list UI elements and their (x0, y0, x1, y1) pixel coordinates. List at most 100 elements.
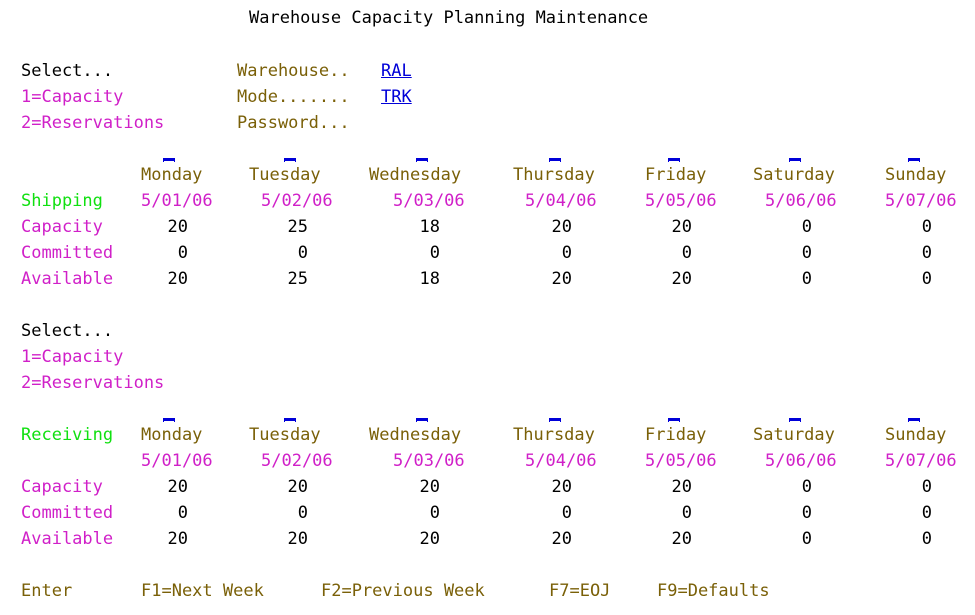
receiving-section-label: Receiving (21, 425, 114, 445)
receiving-committed-value: 0 (921, 503, 932, 523)
receiving-date: 5/05/06 (645, 451, 717, 471)
receiving-day-header: Sunday (885, 425, 947, 445)
shipping-day-header: Wednesday (369, 165, 462, 185)
warehouse-label: Warehouse.. (237, 61, 350, 81)
receiving-day-header: Thursday (513, 425, 595, 445)
shipping-committed-value: 0 (681, 243, 692, 263)
receiving-day-header: Monday (141, 425, 203, 445)
receiving-capacity-value: 20 (551, 477, 572, 497)
shipping-capacity-value: 18 (419, 217, 440, 237)
shipping-day-select-input[interactable] (416, 158, 428, 162)
receiving-committed-value: 0 (801, 503, 812, 523)
receiving-available-value: 0 (921, 529, 932, 549)
receiving-row-label-capacity: Capacity (21, 477, 103, 497)
screen-title: Warehouse Capacity Planning Maintenance (249, 8, 649, 28)
footer-f9-defaults[interactable]: F9=Defaults (657, 581, 770, 601)
shipping-row-label-capacity: Capacity (21, 217, 103, 237)
shipping-available-value: 18 (419, 269, 440, 289)
receiving-day-select-input[interactable] (284, 418, 296, 422)
shipping-day-header: Sunday (885, 165, 947, 185)
receiving-capacity-value: 20 (167, 477, 188, 497)
shipping-capacity-value: 20 (671, 217, 692, 237)
receiving-day-select-input[interactable] (416, 418, 428, 422)
password-label: Password... (237, 113, 350, 133)
shipping-date: 5/06/06 (765, 191, 837, 211)
option-capacity-2: 1=Capacity (21, 347, 124, 367)
receiving-row-label-available: Available (21, 529, 114, 549)
shipping-capacity-value: 25 (287, 217, 308, 237)
receiving-day-header: Tuesday (249, 425, 321, 445)
receiving-day-select-input[interactable] (908, 418, 920, 422)
shipping-committed-value: 0 (801, 243, 812, 263)
receiving-capacity-value: 20 (671, 477, 692, 497)
password-input[interactable] (381, 113, 441, 133)
receiving-committed-value: 0 (177, 503, 188, 523)
shipping-available-value: 20 (671, 269, 692, 289)
shipping-committed-value: 0 (429, 243, 440, 263)
receiving-available-value: 20 (287, 529, 308, 549)
shipping-committed-value: 0 (177, 243, 188, 263)
receiving-day-select-input[interactable] (668, 418, 680, 422)
shipping-committed-value: 0 (297, 243, 308, 263)
footer-f1-next-week[interactable]: F1=Next Week (141, 581, 264, 601)
shipping-capacity-value: 0 (801, 217, 812, 237)
shipping-date: 5/07/06 (885, 191, 957, 211)
shipping-date: 5/01/06 (141, 191, 213, 211)
shipping-available-value: 0 (801, 269, 812, 289)
mode-label: Mode....... (237, 87, 350, 107)
receiving-date: 5/03/06 (393, 451, 465, 471)
receiving-date: 5/02/06 (261, 451, 333, 471)
receiving-day-select-input[interactable] (789, 418, 801, 422)
receiving-capacity-value: 20 (419, 477, 440, 497)
shipping-capacity-value: 0 (921, 217, 932, 237)
receiving-day-header: Friday (645, 425, 707, 445)
receiving-available-value: 20 (419, 529, 440, 549)
warehouse-input[interactable]: RAL (381, 61, 412, 81)
receiving-available-value: 0 (801, 529, 812, 549)
receiving-available-value: 20 (167, 529, 188, 549)
shipping-available-value: 20 (551, 269, 572, 289)
shipping-committed-value: 0 (561, 243, 572, 263)
receiving-day-select-input[interactable] (163, 418, 175, 422)
shipping-section-label: Shipping (21, 191, 103, 211)
receiving-capacity-value: 0 (921, 477, 932, 497)
receiving-committed-value: 0 (297, 503, 308, 523)
receiving-capacity-value: 20 (287, 477, 308, 497)
receiving-date: 5/01/06 (141, 451, 213, 471)
shipping-day-header: Friday (645, 165, 707, 185)
receiving-day-select-input[interactable] (549, 418, 561, 422)
shipping-day-header: Saturday (753, 165, 835, 185)
shipping-day-select-input[interactable] (789, 158, 801, 162)
shipping-day-select-input[interactable] (908, 158, 920, 162)
shipping-date: 5/03/06 (393, 191, 465, 211)
shipping-day-select-input[interactable] (163, 158, 175, 162)
select-label: Select... (21, 61, 114, 81)
shipping-available-value: 0 (921, 269, 932, 289)
receiving-row-label-committed: Committed (21, 503, 114, 523)
receiving-day-header: Saturday (753, 425, 835, 445)
shipping-day-header: Tuesday (249, 165, 321, 185)
shipping-capacity-value: 20 (551, 217, 572, 237)
receiving-day-header: Wednesday (369, 425, 462, 445)
receiving-date: 5/04/06 (525, 451, 597, 471)
shipping-date: 5/02/06 (261, 191, 333, 211)
option-reservations: 2=Reservations (21, 113, 165, 133)
receiving-committed-value: 0 (429, 503, 440, 523)
shipping-date: 5/04/06 (525, 191, 597, 211)
footer-f7-eoj[interactable]: F7=EOJ (549, 581, 610, 601)
shipping-day-select-input[interactable] (668, 158, 680, 162)
option-reservations-2: 2=Reservations (21, 373, 165, 393)
shipping-day-select-input[interactable] (549, 158, 561, 162)
receiving-available-value: 20 (551, 529, 572, 549)
shipping-row-label-committed: Committed (21, 243, 114, 263)
footer-enter[interactable]: Enter (21, 581, 72, 601)
shipping-day-select-input[interactable] (284, 158, 296, 162)
receiving-available-value: 20 (671, 529, 692, 549)
shipping-capacity-value: 20 (167, 217, 188, 237)
shipping-committed-value: 0 (921, 243, 932, 263)
option-capacity: 1=Capacity (21, 87, 124, 107)
mode-input[interactable]: TRK (381, 87, 412, 107)
shipping-available-value: 25 (287, 269, 308, 289)
shipping-day-header: Thursday (513, 165, 595, 185)
footer-f2-previous-week[interactable]: F2=Previous Week (321, 581, 485, 601)
